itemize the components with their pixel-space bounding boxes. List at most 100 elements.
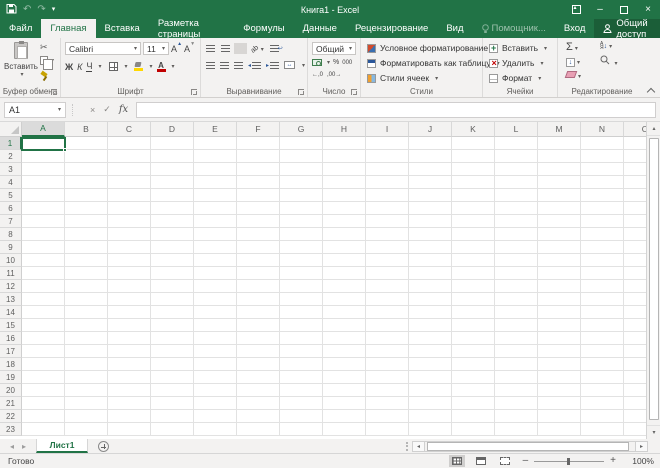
grid-cell[interactable] <box>151 306 194 319</box>
fill-button[interactable]: ↓ ▾ <box>566 56 581 67</box>
row-header[interactable]: 14 <box>0 306 22 319</box>
grid-cell[interactable] <box>323 358 366 371</box>
grid-cell[interactable] <box>151 202 194 215</box>
grid-cell[interactable] <box>108 137 151 150</box>
grid-cell[interactable] <box>624 371 646 384</box>
grid-cell[interactable] <box>452 202 495 215</box>
grid-cell[interactable] <box>237 267 280 280</box>
grid-cell[interactable] <box>280 189 323 202</box>
grid-cell[interactable] <box>151 176 194 189</box>
format-cells-button[interactable]: Формат ▾ <box>489 73 541 83</box>
grid-cell[interactable] <box>624 410 646 423</box>
grid-cell[interactable] <box>108 371 151 384</box>
grid-cell[interactable] <box>108 228 151 241</box>
grid-cell[interactable] <box>581 176 624 189</box>
grid-cell[interactable] <box>624 293 646 306</box>
grid-cell[interactable] <box>452 163 495 176</box>
grid-cell[interactable] <box>65 176 108 189</box>
grid-cell[interactable] <box>323 241 366 254</box>
grid-cell[interactable] <box>280 410 323 423</box>
grid-cell[interactable] <box>22 293 65 306</box>
grid-cell[interactable] <box>452 319 495 332</box>
zoom-out-button[interactable]: – <box>523 456 529 466</box>
grid-cell[interactable] <box>237 410 280 423</box>
grid-cell[interactable] <box>495 358 538 371</box>
grid-cell[interactable] <box>366 332 409 345</box>
grid-cell[interactable] <box>108 241 151 254</box>
row-header[interactable]: 1 <box>0 137 22 150</box>
row-header[interactable]: 3 <box>0 163 22 176</box>
font-size-select[interactable]: 11 ▾ <box>143 42 169 55</box>
grid-cell[interactable] <box>366 371 409 384</box>
row-header[interactable]: 10 <box>0 254 22 267</box>
grid-cell[interactable] <box>323 293 366 306</box>
grid-cell[interactable] <box>65 319 108 332</box>
grid-cell[interactable] <box>581 306 624 319</box>
grid-cell[interactable] <box>452 150 495 163</box>
grid-cell[interactable] <box>22 345 65 358</box>
grid-cell[interactable] <box>323 280 366 293</box>
grid-cell[interactable] <box>280 423 323 436</box>
grid-cell[interactable] <box>581 384 624 397</box>
number-format-select[interactable]: Общий ▾ <box>312 42 356 55</box>
grid-cell[interactable] <box>237 228 280 241</box>
grid-cell[interactable] <box>237 358 280 371</box>
grid-cell[interactable] <box>194 293 237 306</box>
cut-button[interactable]: ✂ <box>40 42 48 53</box>
grid-cell[interactable] <box>581 150 624 163</box>
grid-cell[interactable] <box>194 228 237 241</box>
grid-cell[interactable] <box>194 280 237 293</box>
grid-cell[interactable] <box>65 150 108 163</box>
grid-cell[interactable] <box>452 137 495 150</box>
column-header[interactable]: G <box>280 122 323 137</box>
grid-cell[interactable] <box>538 254 581 267</box>
grid-cell[interactable] <box>495 176 538 189</box>
grid-cell[interactable] <box>452 293 495 306</box>
grid-cell[interactable] <box>22 371 65 384</box>
share-button[interactable]: Общий доступ <box>594 18 660 40</box>
grid-cell[interactable] <box>194 384 237 397</box>
grid-cell[interactable] <box>624 163 646 176</box>
orientation-icon[interactable]: ab▾ <box>250 43 264 54</box>
grid-cell[interactable] <box>323 332 366 345</box>
grid-cell[interactable] <box>194 202 237 215</box>
grid-cell[interactable] <box>151 345 194 358</box>
row-header[interactable]: 21 <box>0 397 22 410</box>
sheet-nav-right-icon[interactable]: ▸ <box>22 442 26 451</box>
grid-cell[interactable] <box>65 397 108 410</box>
grid-cell[interactable] <box>452 410 495 423</box>
grid-cell[interactable] <box>581 137 624 150</box>
grid-cell[interactable] <box>495 410 538 423</box>
row-header[interactable]: 15 <box>0 319 22 332</box>
grid-cell[interactable] <box>581 358 624 371</box>
row-header[interactable]: 20 <box>0 384 22 397</box>
grid-cell[interactable] <box>495 228 538 241</box>
grid-cell[interactable] <box>366 202 409 215</box>
grid-cell[interactable] <box>452 306 495 319</box>
grid-cell[interactable] <box>194 215 237 228</box>
tab-assistant[interactable]: Помощник... <box>473 19 555 38</box>
insert-function-icon[interactable]: fx <box>119 104 128 115</box>
clipboard-dialog-launcher-icon[interactable] <box>51 89 57 95</box>
grid-cell[interactable] <box>581 293 624 306</box>
close-icon[interactable]: × <box>636 0 660 19</box>
grid-cell[interactable] <box>323 423 366 436</box>
grid-cell[interactable] <box>237 215 280 228</box>
scroll-right-icon[interactable]: ▸ <box>635 440 648 452</box>
align-center-icon[interactable] <box>220 61 229 69</box>
column-header[interactable]: D <box>151 122 194 137</box>
ribbon-display-options-icon[interactable] <box>564 0 588 19</box>
grid-cell[interactable] <box>538 371 581 384</box>
grid-cell[interactable] <box>323 371 366 384</box>
grid-cell[interactable] <box>323 254 366 267</box>
grid-cell[interactable] <box>108 332 151 345</box>
grid-cell[interactable] <box>624 319 646 332</box>
decrease-indent-icon[interactable]: ◂ <box>248 61 262 69</box>
row-header[interactable]: 16 <box>0 332 22 345</box>
grid-cell[interactable] <box>65 254 108 267</box>
grid-cell[interactable] <box>452 280 495 293</box>
number-dialog-launcher-icon[interactable] <box>351 89 357 95</box>
grid-cell[interactable] <box>495 215 538 228</box>
grid-cell[interactable] <box>280 163 323 176</box>
grid-cell[interactable] <box>409 293 452 306</box>
